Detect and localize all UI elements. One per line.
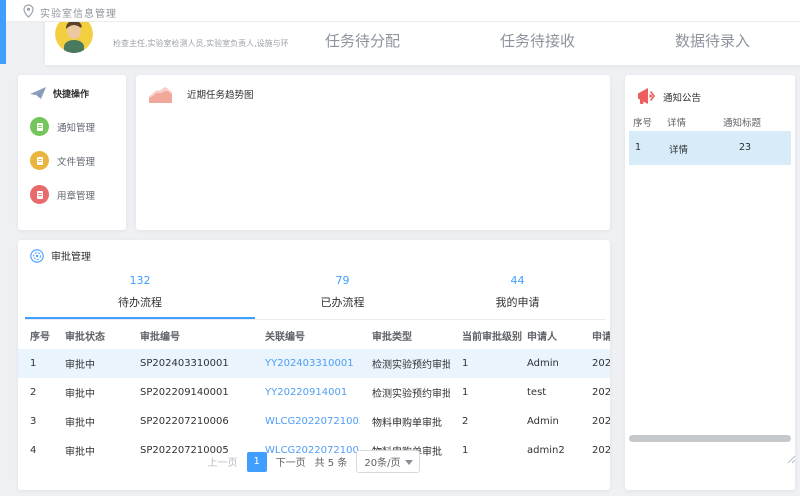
- left-accent-strip: [0, 0, 6, 64]
- column-header: 审批状态: [53, 324, 128, 349]
- stat-label: 任务待接收: [450, 30, 625, 51]
- notice-card: 通知公告 序号 详情 通知标题 1 详情 23: [625, 75, 795, 490]
- notice-col-detail: 详情: [667, 115, 686, 129]
- trend-chart-title: 近期任务趋势图: [187, 87, 254, 101]
- approval-card: 审批管理 132待办流程79已办流程44我的申请 序号审批状态审批编号关联编号审…: [18, 240, 610, 490]
- table-cell: 2: [18, 378, 53, 407]
- notice-manage-icon: [30, 117, 49, 136]
- table-cell: Admin: [515, 407, 580, 436]
- table-row[interactable]: 1审批中SP202403310001YY202403310001检测实验预约审批…: [18, 349, 610, 378]
- map-pin-icon: [23, 4, 34, 18]
- column-header: 审批编号: [128, 324, 253, 349]
- next-page-button[interactable]: 下一页: [276, 454, 306, 469]
- notice-header: 通知公告: [635, 87, 701, 106]
- table-cell: 审批中: [53, 378, 128, 407]
- notice-row-title: 23: [739, 142, 751, 153]
- table-cell: 2024-03-31: [580, 349, 610, 378]
- tab-label: 已办流程: [255, 294, 430, 310]
- tab-我的申请[interactable]: 44 我的申请: [430, 268, 605, 319]
- area-chart-icon: [148, 83, 173, 105]
- table-cell: 2022-09-14: [580, 378, 610, 407]
- approval-badge-icon: [30, 249, 44, 263]
- notice-row-index: 1: [635, 142, 641, 153]
- table-cell: SP202209140001: [128, 378, 253, 407]
- megaphone-icon: [635, 87, 656, 106]
- quick-action-3[interactable]: 用章管理: [30, 185, 95, 204]
- notice-col-title: 通知标题: [723, 115, 761, 129]
- table-cell: 检测实验预约审批: [360, 349, 450, 378]
- resize-grip-icon[interactable]: [787, 455, 796, 464]
- notice-col-index: 序号: [633, 115, 652, 129]
- approval-table: 序号审批状态审批编号关联编号审批类型当前审批级别申请人申请时间 1审批中SP20…: [18, 324, 610, 465]
- approval-header: 审批管理: [30, 248, 91, 263]
- table-cell: 1: [450, 349, 515, 378]
- table-cell: Admin: [515, 349, 580, 378]
- quick-actions-card: 快捷操作 通知管理文件管理用章管理: [18, 75, 126, 230]
- prev-page-button[interactable]: 上一页: [208, 454, 238, 469]
- related-id-link[interactable]: WLCG20220721002: [253, 407, 360, 436]
- app-title: 实验室信息管理: [40, 5, 117, 20]
- quick-actions-title: 快捷操作: [53, 87, 89, 100]
- tab-count: 44: [430, 272, 605, 290]
- table-row[interactable]: 2审批中SP202209140001YY20220914001检测实验预约审批1…: [18, 378, 610, 407]
- user-roles: 检查主任,实验室检测人员,实验室负责人,设施与环: [113, 38, 289, 49]
- tab-待办流程[interactable]: 132 待办流程: [25, 268, 255, 319]
- table-cell: 审批中: [53, 349, 128, 378]
- table-cell: test: [515, 378, 580, 407]
- quick-actions-header: 快捷操作: [30, 87, 89, 100]
- related-id-link[interactable]: YY20220914001: [253, 378, 360, 407]
- quick-action-2[interactable]: 文件管理: [30, 151, 95, 170]
- approval-title: 审批管理: [51, 248, 91, 263]
- table-cell: 审批中: [53, 407, 128, 436]
- table-cell: SP202207210006: [128, 407, 253, 436]
- column-header: 当前审批级别: [450, 324, 515, 349]
- tab-count: 79: [255, 272, 430, 290]
- column-header: 申请人: [515, 324, 580, 349]
- column-header: 申请时间: [580, 324, 610, 349]
- page-size-value: 20条/页: [364, 454, 400, 469]
- file-manage-icon: [30, 151, 49, 170]
- page-number-button[interactable]: 1: [247, 452, 267, 472]
- notice-detail-link[interactable]: 详情: [669, 142, 688, 156]
- column-header: 审批类型: [360, 324, 450, 349]
- column-header: 序号: [18, 324, 53, 349]
- table-cell: 3: [18, 407, 53, 436]
- table-cell: 2: [450, 407, 515, 436]
- quick-action-label: 通知管理: [57, 120, 95, 134]
- quick-action-1[interactable]: 通知管理: [30, 117, 95, 136]
- total-count-label: 共 5 条: [315, 454, 348, 469]
- related-id-link[interactable]: YY202403310001: [253, 349, 360, 378]
- pagination: 上一页 1 下一页 共 5 条 20条/页: [18, 450, 610, 473]
- table-cell: 2022-07-21: [580, 407, 610, 436]
- tab-count: 132: [25, 272, 255, 290]
- notice-title: 通知公告: [663, 90, 701, 104]
- seal-manage-icon: [30, 185, 49, 204]
- horizontal-scrollbar[interactable]: [629, 435, 791, 442]
- column-header: 关联编号: [253, 324, 360, 349]
- table-cell: 1: [18, 349, 53, 378]
- stat-label: 任务待分配: [275, 30, 450, 51]
- window-titlebar: 实验室信息管理: [0, 0, 800, 22]
- trend-chart-card: 近期任务趋势图: [136, 75, 610, 230]
- stat-label: 数据待录入: [625, 30, 800, 51]
- table-cell: 1: [450, 378, 515, 407]
- table-row[interactable]: 3审批中SP202207210006WLCG20220721002物料申购单审批…: [18, 407, 610, 436]
- quick-action-label: 用章管理: [57, 188, 95, 202]
- paper-plane-icon: [30, 87, 47, 100]
- tab-label: 待办流程: [25, 294, 255, 310]
- table-cell: 检测实验预约审批: [360, 378, 450, 407]
- trend-chart-header: 近期任务趋势图: [148, 83, 254, 105]
- table-cell: SP202403310001: [128, 349, 253, 378]
- page-size-select[interactable]: 20条/页: [356, 450, 420, 473]
- tab-label: 我的申请: [430, 294, 605, 310]
- tab-已办流程[interactable]: 79 已办流程: [255, 268, 430, 319]
- quick-action-label: 文件管理: [57, 154, 95, 168]
- approval-tabs: 132 待办流程79 已办流程44 我的申请: [25, 268, 605, 320]
- table-cell: 物料申购单审批: [360, 407, 450, 436]
- chevron-down-icon: [405, 460, 413, 465]
- notice-row[interactable]: 1 详情 23: [629, 131, 791, 165]
